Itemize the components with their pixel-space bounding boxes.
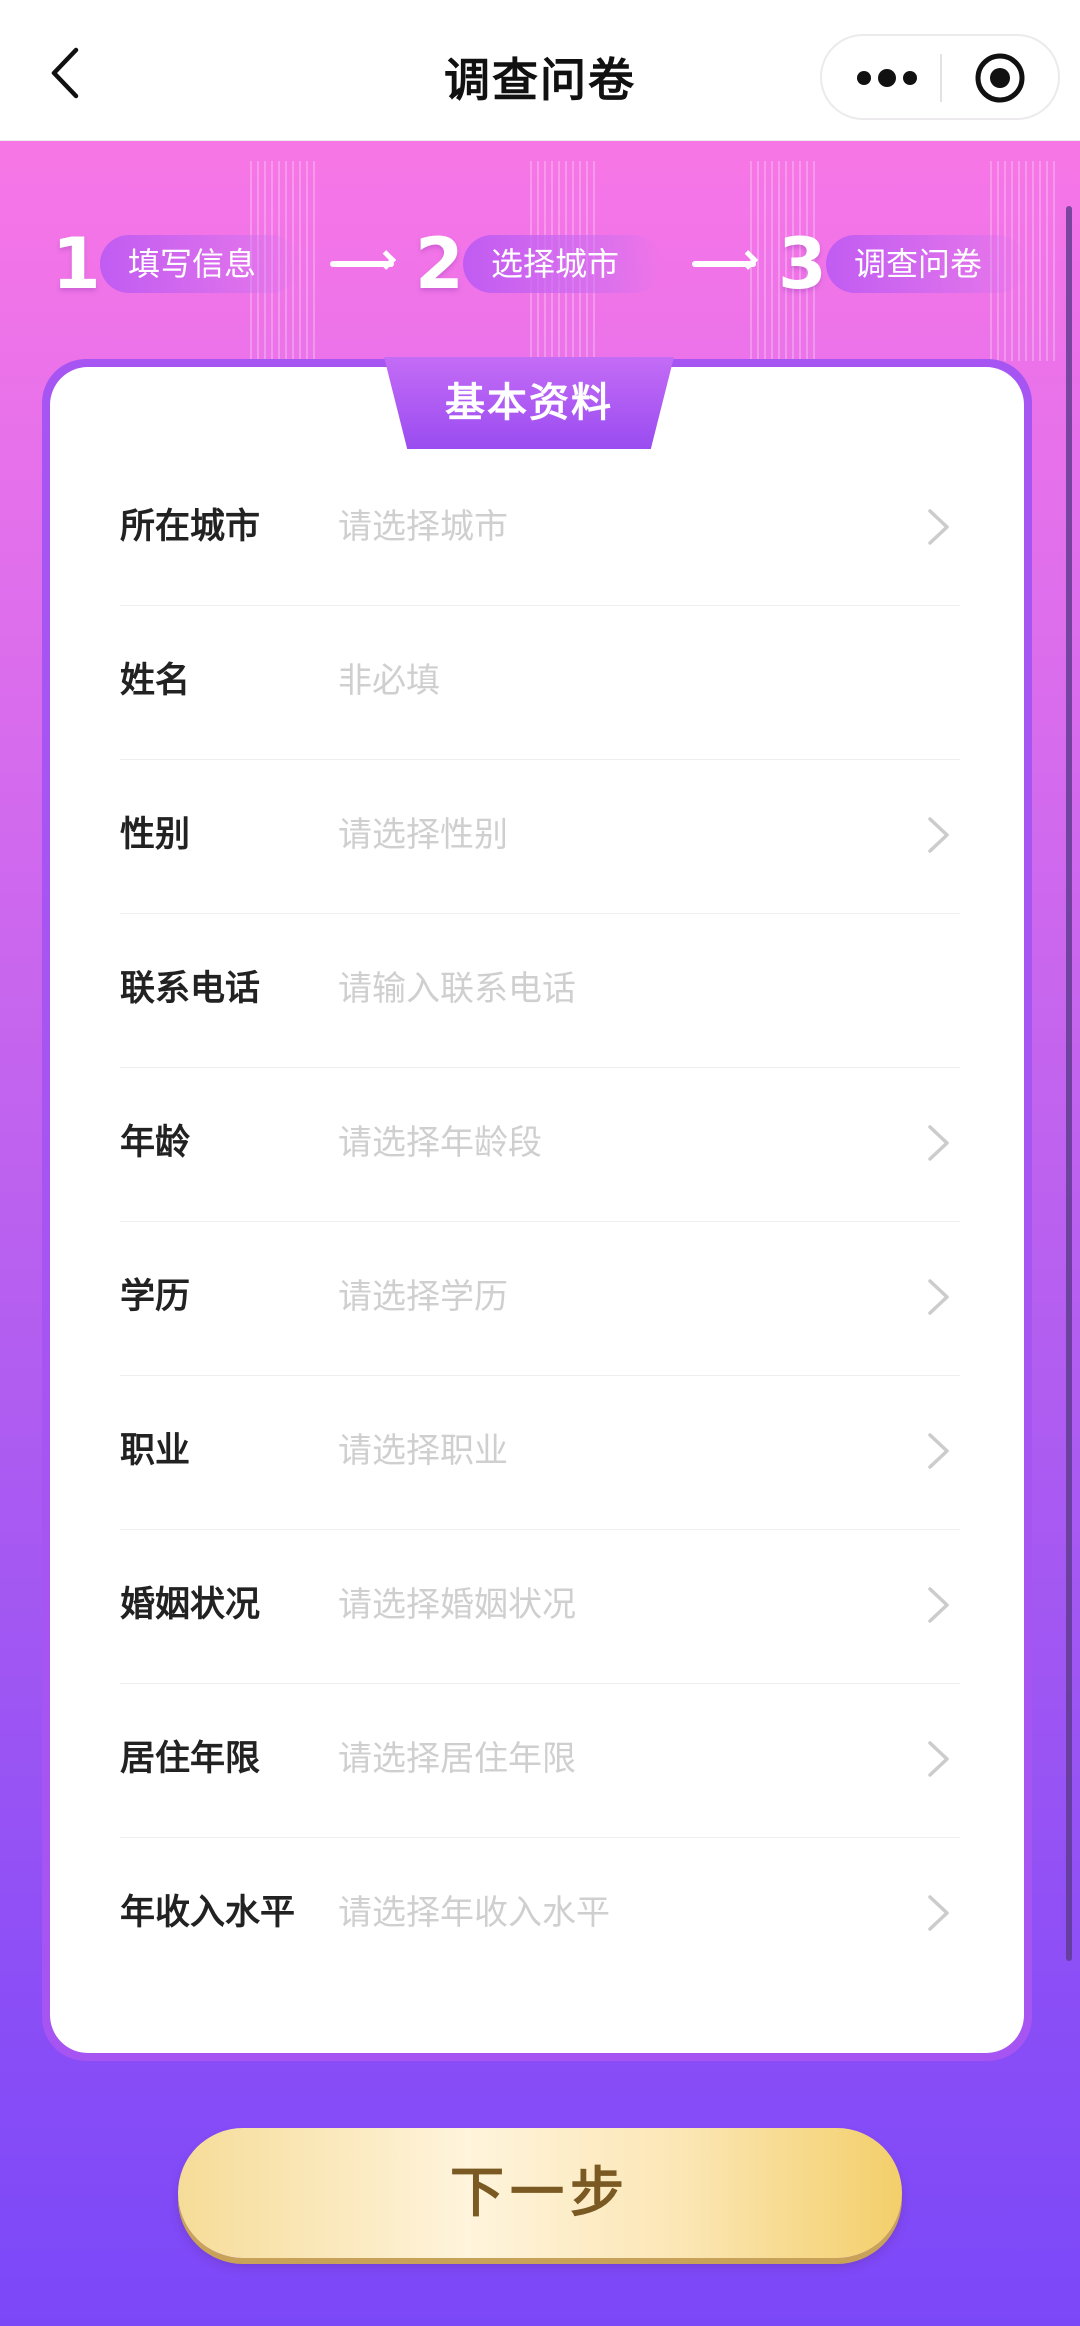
form-rows: 所在城市 请选择城市姓名 非必填性别 请选择性别联系电话 请输入联系电话年龄 请选择年龄段… (120, 452, 960, 1991)
step-label: 填写信息 (100, 235, 300, 293)
scrollbar[interactable] (1066, 206, 1072, 1961)
form-row[interactable]: 居住年限 请选择居住年限 (120, 1684, 960, 1838)
form-row-label: 学历 (120, 1277, 191, 1317)
card-title: 基本资料 (445, 380, 613, 426)
form-row-label: 年收入水平 (120, 1893, 296, 1933)
form-row[interactable]: 年收入水平 请选择年收入水平 (120, 1838, 960, 1991)
basic-info-card: 基本资料 所在城市 请选择城市 姓名 非必填 性别 请选择性别 联系电话 请输入联系电话 年龄请… (42, 357, 1032, 2061)
arrow-right-icon (330, 261, 394, 267)
form-row-label: 职业 (120, 1431, 191, 1471)
step-number: 1 (52, 223, 101, 305)
top-navigation-bar: 调查问卷 (0, 0, 1080, 141)
form-row-input[interactable]: 请输入联系电话 (338, 914, 576, 1064)
form-row-select[interactable]: 请选择年龄段 (338, 1068, 542, 1218)
form-row-label: 年龄 (120, 1123, 191, 1163)
chevron-right-icon (928, 1279, 949, 1315)
form-row-select[interactable]: 请选择性别 (338, 760, 508, 910)
capsule-divider (940, 54, 942, 102)
step-number: 3 (778, 223, 827, 305)
chevron-right-icon (928, 817, 949, 853)
more-button[interactable] (852, 60, 922, 96)
form-row-label: 居住年限 (120, 1739, 261, 1779)
form-row-input[interactable]: 非必填 (338, 606, 440, 756)
form-row-select[interactable]: 请选择职业 (338, 1376, 508, 1526)
form-row[interactable]: 年龄 请选择年龄段 (120, 1068, 960, 1222)
close-mini-program-button[interactable] (974, 52, 1026, 104)
form-row[interactable]: 学历 请选择学历 (120, 1222, 960, 1376)
form-row[interactable]: 性别 请选择性别 (120, 760, 960, 914)
step-label: 选择城市 (463, 235, 663, 293)
step-number: 2 (415, 223, 464, 305)
form-row-select[interactable]: 请选择婚姻状况 (338, 1530, 576, 1680)
step-label: 调查问卷 (826, 235, 1026, 293)
form-row[interactable]: 姓名 非必填 (120, 606, 960, 760)
form-row-label: 所在城市 (120, 507, 261, 547)
target-circle-icon (975, 53, 1025, 103)
chevron-right-icon (928, 1125, 949, 1161)
form-row-select[interactable]: 请选择居住年限 (338, 1684, 576, 1834)
chevron-right-icon (928, 1741, 949, 1777)
chevron-right-icon (928, 509, 949, 545)
form-row-label: 联系电话 (120, 969, 261, 1009)
form-row[interactable]: 职业 请选择职业 (120, 1376, 960, 1530)
form-row-select[interactable]: 请选择城市 (338, 452, 508, 602)
card-body: 基本资料 所在城市 请选择城市 姓名 非必填 性别 请选择性别 联系电话 请输入联系电话 年龄请… (50, 357, 1024, 2053)
form-row[interactable]: 婚姻状况 请选择婚姻状况 (120, 1530, 960, 1684)
next-step-button[interactable]: 下一步 (178, 2128, 902, 2258)
arrow-right-icon (692, 261, 756, 267)
form-row[interactable]: 联系电话 请输入联系电话 (120, 914, 960, 1068)
chevron-right-icon (928, 1895, 949, 1931)
mini-program-capsule (820, 34, 1060, 120)
form-row-select[interactable]: 请选择年收入水平 (338, 1838, 610, 1988)
more-dots-icon (857, 69, 917, 87)
form-row-select[interactable]: 请选择学历 (338, 1222, 508, 1372)
progress-steps: 1 填写信息 2 选择城市 3 调查问卷 (0, 209, 1080, 319)
chevron-right-icon (928, 1433, 949, 1469)
form-row-label: 姓名 (120, 661, 191, 701)
content-area: 1 填写信息 2 选择城市 3 调查问卷 基本资料 所在城市 请选择城市姓名 非必填… (0, 141, 1080, 2326)
chevron-right-icon (928, 1587, 949, 1623)
form-row-label: 婚姻状况 (120, 1585, 261, 1625)
form-row[interactable]: 所在城市 请选择城市 (120, 452, 960, 606)
form-row-label: 性别 (120, 815, 191, 855)
